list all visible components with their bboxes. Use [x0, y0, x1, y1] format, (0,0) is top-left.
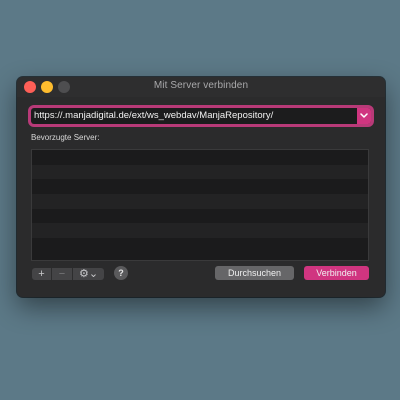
favorite-actions-control: + − ⚙⌄	[32, 268, 104, 280]
chevron-down-icon	[360, 113, 368, 118]
connect-to-server-window: Mit Server verbinden https://.manjadigit…	[17, 77, 385, 297]
list-row[interactable]	[32, 164, 368, 180]
list-row[interactable]	[32, 238, 368, 253]
list-row[interactable]	[32, 209, 368, 224]
list-row[interactable]	[32, 179, 368, 194]
window-title: Mit Server verbinden	[153, 80, 249, 91]
server-address-combobox[interactable]: https://.manjadigital.de/ext/ws_webdav/M…	[31, 108, 371, 124]
connect-button[interactable]: Verbinden	[304, 266, 369, 280]
server-address-input[interactable]: https://.manjadigital.de/ext/ws_webdav/M…	[34, 109, 350, 123]
browse-button[interactable]: Durchsuchen	[215, 266, 294, 280]
list-row[interactable]	[32, 150, 368, 165]
list-row[interactable]	[32, 194, 368, 209]
server-address-dropdown-button[interactable]	[357, 108, 371, 124]
title-bar[interactable]: Mit Server verbinden	[17, 77, 385, 97]
favorite-servers-list[interactable]	[31, 149, 369, 261]
favorite-servers-label: Bevorzugte Server:	[31, 133, 100, 142]
gear-icon[interactable]: ⚙⌄	[73, 268, 104, 280]
list-row[interactable]	[32, 223, 368, 239]
remove-favorite-button[interactable]: −	[52, 268, 73, 280]
add-favorite-button[interactable]: +	[32, 268, 52, 280]
help-button[interactable]: ?	[114, 266, 128, 280]
